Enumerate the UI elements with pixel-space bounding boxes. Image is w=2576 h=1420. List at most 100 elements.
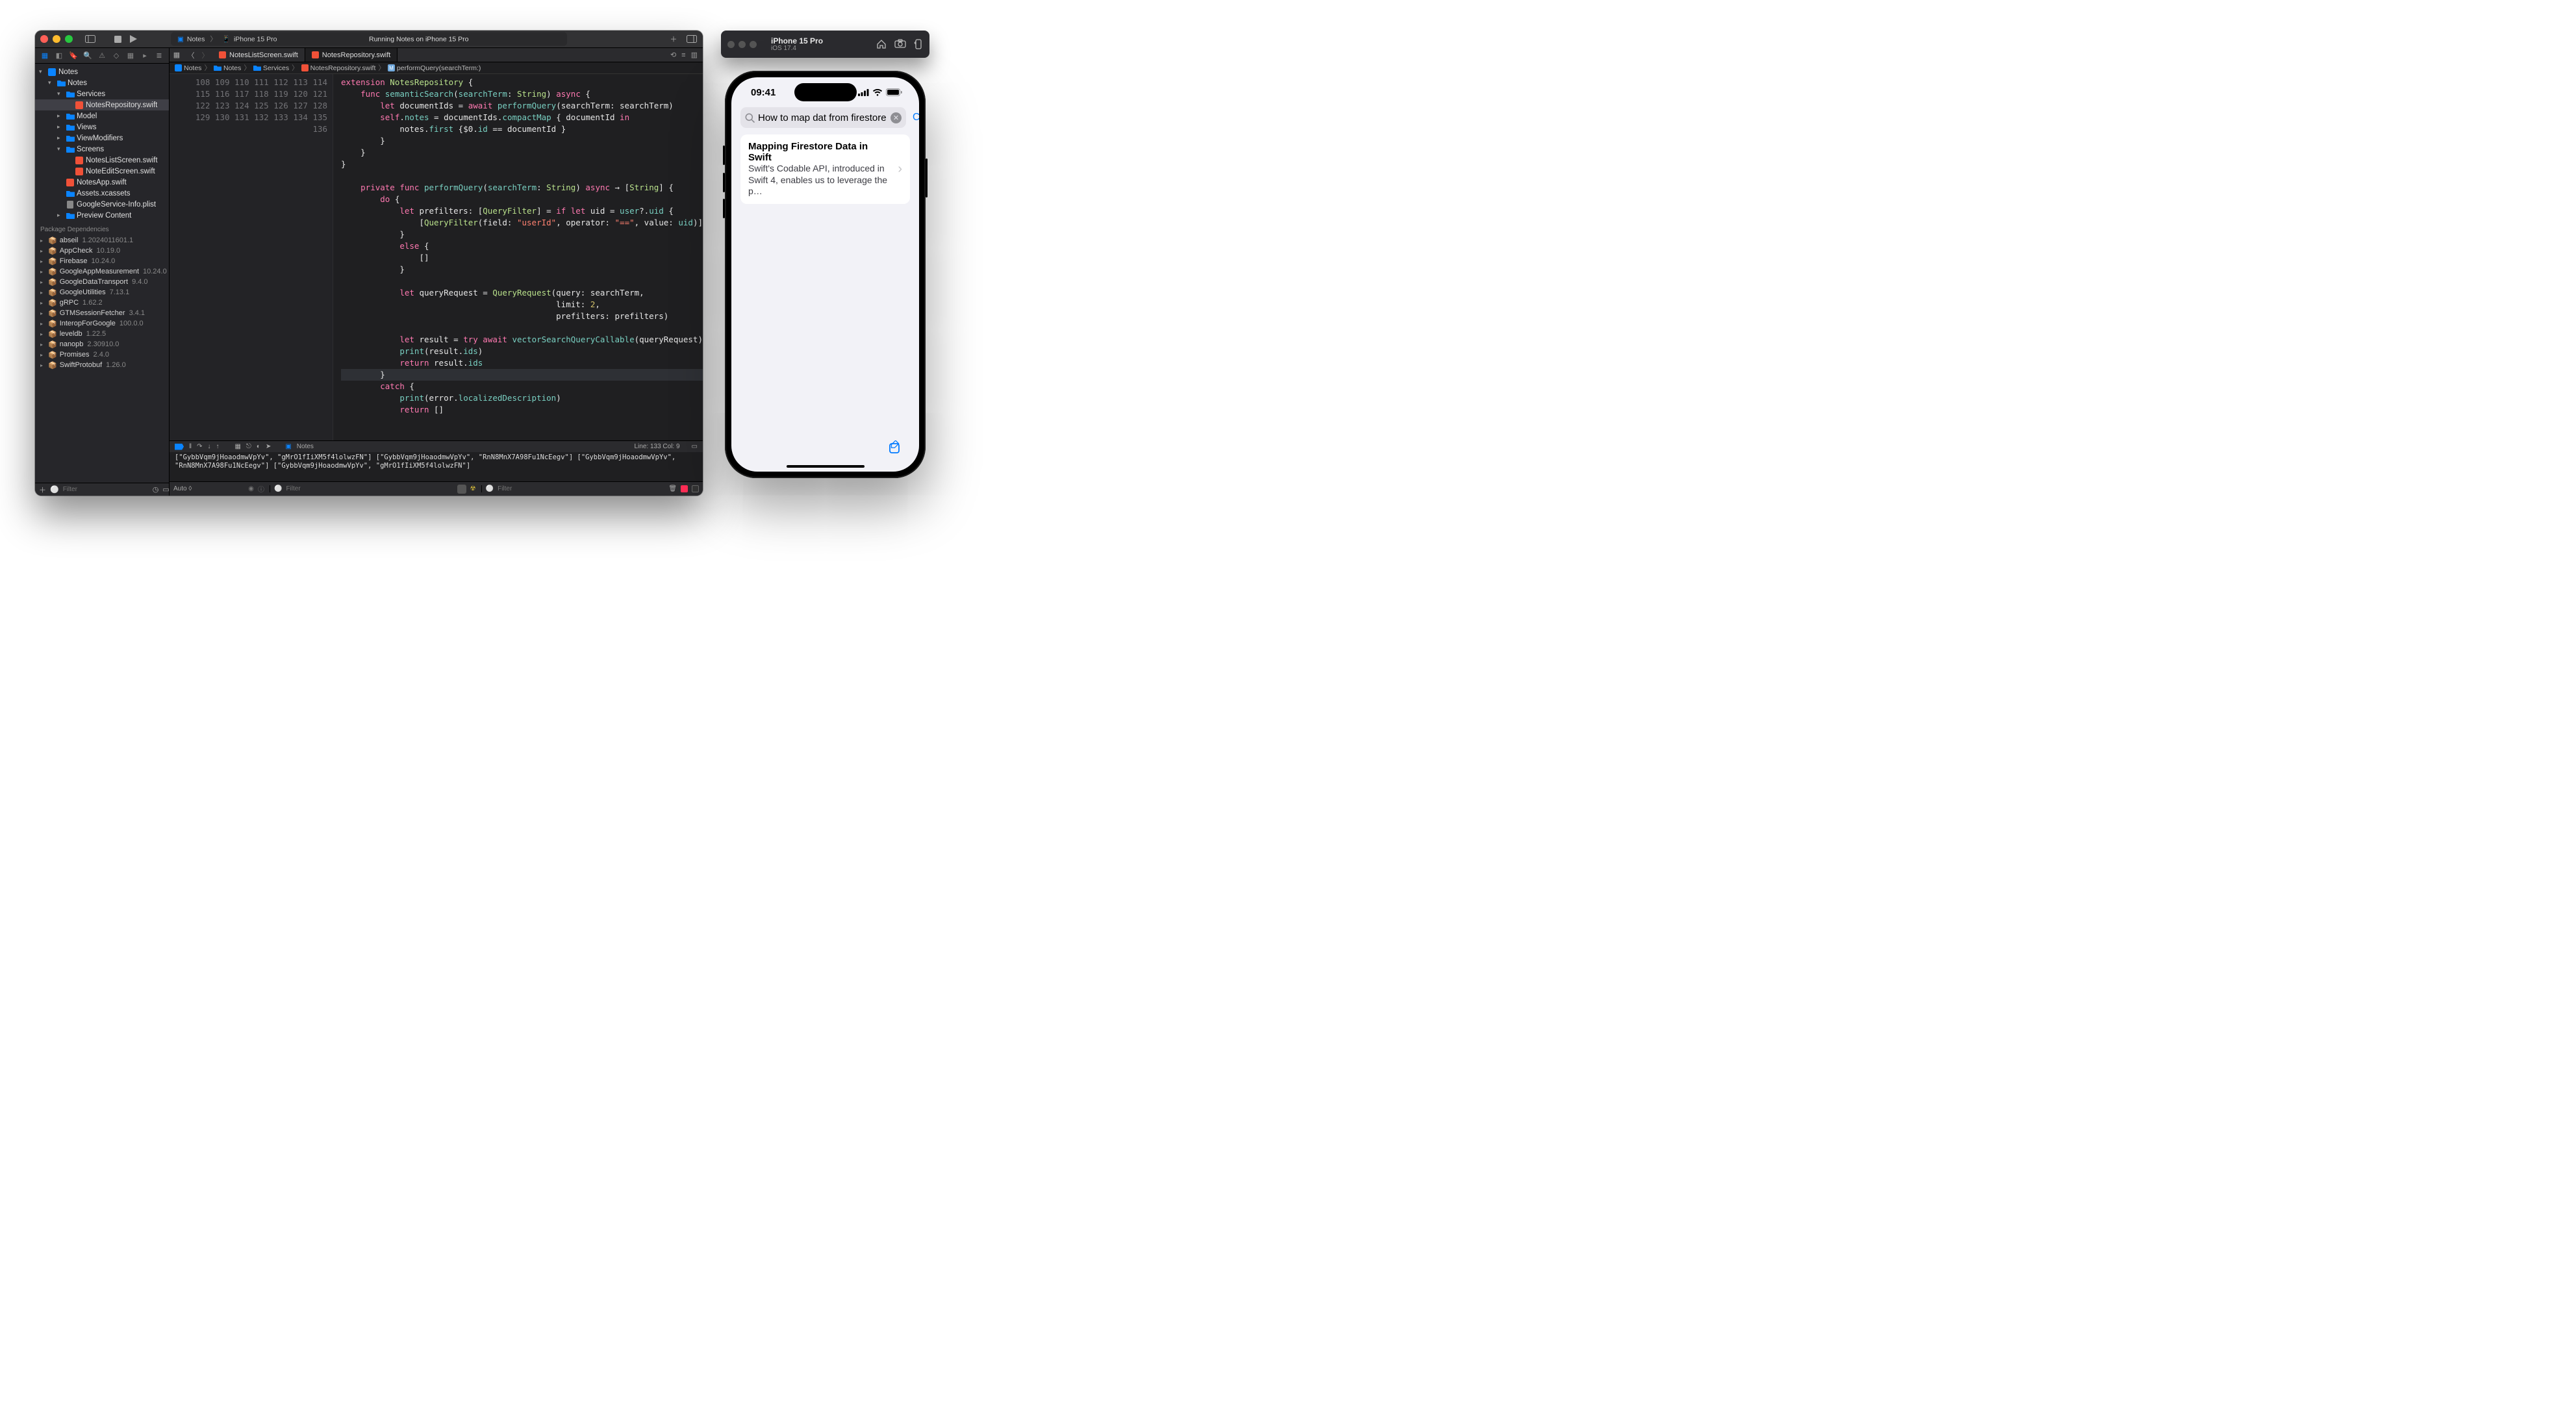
rotate-icon[interactable] [914,39,923,49]
right-pane-icon[interactable] [692,485,699,492]
jump-bar[interactable]: Notes〉Notes〉Services〉NotesRepository.swi… [170,62,703,74]
run-button[interactable] [127,33,139,45]
find-nav-icon[interactable]: 🔍 [83,51,92,60]
refresh-icon[interactable]: ⟲ [670,51,676,59]
search-input[interactable] [758,112,887,123]
package-item[interactable]: ▸📦GoogleDataTransport9.4.0 [35,277,169,287]
console-output[interactable]: ["GybbVqm9jHoaodmwVpYv", "gMrO1fIiXM5f4l… [170,452,703,481]
search-box[interactable]: ✕ [740,107,906,128]
minimap-icon[interactable]: ≡ [681,51,685,59]
stop-button[interactable] [112,33,123,45]
tree-item[interactable]: NotesListScreen.swift [35,155,169,166]
trash-icon[interactable]: 🗑 [668,485,677,492]
sim-window-controls[interactable] [727,41,757,48]
editor-layout-icon[interactable]: ▥ [691,51,698,59]
package-item[interactable]: ▸📦nanopb2.30910.0 [35,339,169,349]
close-button[interactable] [727,41,735,48]
source-control-icon[interactable]: ◧ [55,51,64,60]
variables-view-mode[interactable]: Auto ◊ [173,485,192,492]
jump-crumb[interactable]: NotesRepository.swift [301,64,376,72]
sidebar-toggle-icon[interactable] [84,33,96,45]
home-icon[interactable] [876,39,887,49]
issue-nav-icon[interactable]: ⚠ [97,51,107,60]
tree-item[interactable]: ▸Views [35,121,169,133]
breakpoint-nav-icon[interactable]: ▸ [140,51,149,60]
console-toggle-icon[interactable]: ▭ [692,443,698,450]
zoom-button[interactable] [750,41,757,48]
tree-item[interactable]: ▾Screens [35,144,169,155]
editor-tab[interactable]: NotesRepository.swift [305,48,398,62]
jump-crumb[interactable]: Services [253,64,289,72]
code-editor[interactable]: 108 109 110 111 112 113 114 115 116 117 … [170,74,703,440]
variables-filter-input[interactable] [286,485,344,492]
package-item[interactable]: ▸📦abseil1.2024011601.1 [35,235,169,246]
compose-icon[interactable] [888,440,903,456]
jump-crumb[interactable]: MperformQuery(searchTerm:) [388,64,481,72]
console-filter-input[interactable] [498,485,556,492]
add-icon[interactable]: ＋ [668,33,679,45]
editor-tab[interactable]: NotesListScreen.swift [212,48,305,62]
scm-filter-icon[interactable]: ▭ [162,485,169,494]
report-nav-icon[interactable]: ≣ [155,51,164,60]
recent-filter-icon[interactable]: ◷ [153,485,159,494]
tree-item[interactable]: ▸ViewModifiers [35,133,169,144]
jump-crumb[interactable]: Notes [214,64,241,72]
search-result-card[interactable]: Mapping Firestore Data in Swift Swift's … [740,134,910,204]
screenshot-icon[interactable] [894,39,906,49]
step-out-icon[interactable]: ↑ [216,443,220,450]
package-item[interactable]: ▸📦Promises2.4.0 [35,349,169,360]
minimize-button[interactable] [53,35,60,43]
activity-pill[interactable]: ▣ Notes 〉 📱 iPhone 15 Pro Running Notes … [171,32,567,46]
tree-item[interactable]: NotesApp.swift [35,177,169,188]
related-items-icon[interactable]: ▦ [170,48,184,62]
pause-icon[interactable]: ‖ [189,443,192,450]
tree-item[interactable]: ▸Model [35,110,169,121]
close-button[interactable] [40,35,48,43]
debug-view-icon[interactable]: ▦ [235,443,241,450]
tree-item[interactable]: ▾Notes [35,66,169,77]
package-item[interactable]: ▸📦AppCheck10.19.0 [35,246,169,256]
memory-graph-icon[interactable]: ⎋ [246,443,251,450]
navigator-tabs[interactable]: ▦ ◧ 🔖 🔍 ⚠ ◇ ▦ ▸ ≣ [35,48,169,64]
tree-item[interactable]: GoogleService-Info.plist [35,199,169,210]
visibility-icon[interactable]: ◉ [248,485,254,492]
tree-item[interactable]: ▸Preview Content [35,210,169,221]
metrics-icon[interactable] [457,485,466,494]
package-item[interactable]: ▸📦SwiftProtobuf1.26.0 [35,360,169,370]
package-item[interactable]: ▸📦gRPC1.62.2 [35,298,169,308]
info-icon[interactable]: ⓘ [258,484,264,494]
package-item[interactable]: ▸📦GTMSessionFetcher3.4.1 [35,308,169,318]
package-item[interactable]: ▸📦GoogleAppMeasurement10.24.0 [35,266,169,277]
navigator-filter-input[interactable] [63,486,149,493]
forward-icon[interactable]: 〉 [198,48,212,62]
package-item[interactable]: ▸📦GoogleUtilities7.13.1 [35,287,169,298]
window-controls[interactable] [40,35,73,43]
add-file-icon[interactable]: ＋ [39,485,46,495]
filter-icon[interactable]: ⚪ [274,485,282,492]
library-icon[interactable] [686,33,698,45]
debug-nav-icon[interactable]: ▦ [126,51,135,60]
cancel-button[interactable]: Cancel [913,112,919,123]
bookmark-nav-icon[interactable]: 🔖 [69,51,78,60]
tree-item[interactable]: ▾Notes [35,77,169,88]
jump-crumb[interactable]: Notes [175,64,201,72]
test-nav-icon[interactable]: ◇ [112,51,121,60]
left-pane-icon[interactable] [681,485,688,492]
tree-item[interactable]: NoteEditScreen.swift [35,166,169,177]
project-tree[interactable]: ▾Notes▾Notes▾ServicesNotesRepository.swi… [35,64,169,483]
breakpoint-toggle-icon[interactable] [175,444,184,450]
package-item[interactable]: ▸📦leveldb1.22.5 [35,329,169,339]
filter-icon[interactable]: ⚪ [486,485,494,492]
minimize-button[interactable] [739,41,746,48]
tree-item[interactable]: Assets.xcassets [35,188,169,199]
project-nav-icon[interactable]: ▦ [40,51,49,60]
warning-filter-icon[interactable]: ☢ [470,485,476,492]
tree-item[interactable]: NotesRepository.swift [35,99,169,110]
home-indicator[interactable] [787,465,865,468]
step-into-icon[interactable]: ↓ [208,443,211,450]
clear-button[interactable]: ✕ [890,112,902,123]
back-icon[interactable]: 〈 [184,48,198,62]
tree-item[interactable]: ▾Services [35,88,169,99]
step-over-icon[interactable]: ↷ [197,443,202,450]
zoom-button[interactable] [65,35,73,43]
